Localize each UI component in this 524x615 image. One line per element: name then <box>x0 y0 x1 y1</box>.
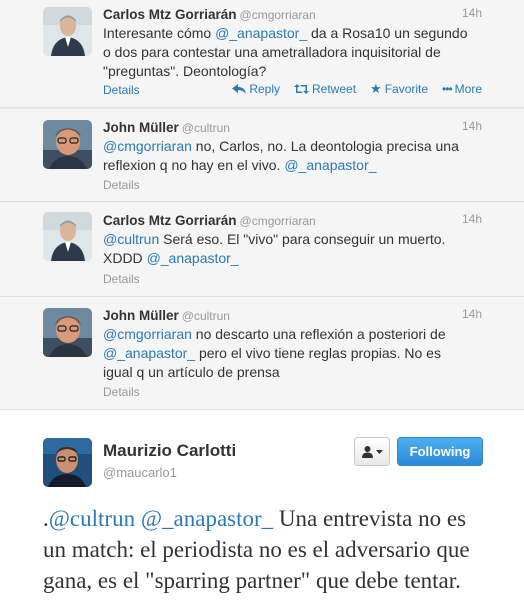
timestamp[interactable]: 14h <box>462 307 482 321</box>
mention-link[interactable]: @_anapastor_ <box>284 157 376 173</box>
following-button[interactable]: Following <box>397 437 483 466</box>
timestamp[interactable]: 14h <box>462 6 482 20</box>
user-name[interactable]: John Müller <box>103 308 179 323</box>
user-handle[interactable]: @cultrun <box>182 309 230 323</box>
mention-link[interactable]: @_anapastor_ <box>103 345 195 361</box>
avatar-maurizio-image <box>43 438 92 487</box>
tweet-text: @cultrun Será eso. El "vivo" para conseg… <box>103 230 473 268</box>
user-name[interactable]: Carlos Mtz Gorriarán <box>103 7 237 22</box>
text-segment: Interesante cómo <box>103 25 216 41</box>
reply-label: Reply <box>249 82 280 96</box>
mention-link[interactable]: @_anapastor_ <box>147 250 239 266</box>
tweet-item[interactable]: Carlos Mtz Gorriarán @cmgorriaran 14h Int… <box>0 0 524 108</box>
user-name[interactable]: John Müller <box>103 120 179 135</box>
reply-icon <box>232 84 247 94</box>
avatar[interactable] <box>43 308 92 357</box>
mention-link[interactable]: @_anapastor_ <box>141 506 273 531</box>
avatar-john-image <box>43 120 92 169</box>
tweet-text: .@cultrun @_anapastor_ Una entrevista no… <box>43 503 493 596</box>
tweet-text: Interesante cómo @_anapastor_ da a Rosa1… <box>103 24 473 81</box>
chevron-down-icon <box>376 449 383 454</box>
tweet-header: Carlos Mtz Gorriarán @cmgorriaran 14h <box>103 212 482 228</box>
tweet-header: John Müller @cultrun 14h <box>103 307 482 323</box>
details-link[interactable]: Details <box>103 272 140 286</box>
tweet-item[interactable]: Carlos Mtz Gorriarán @cmgorriaran 14h @cu… <box>0 202 524 297</box>
details-link[interactable]: Details <box>103 178 140 192</box>
avatar-john-image <box>43 308 92 357</box>
timestamp[interactable]: 14h <box>462 212 482 226</box>
tweet-header: John Müller @cultrun 14h <box>103 119 482 135</box>
favorite-button[interactable]: ★ Favorite <box>370 81 428 97</box>
tweet-text: @cmgorriaran no descarto una reflexión a… <box>103 325 473 382</box>
reply-button[interactable]: Reply <box>232 81 280 97</box>
details-link[interactable]: Details <box>103 83 140 97</box>
mention-link[interactable]: @cultrun <box>49 506 135 531</box>
more-button[interactable]: ••• More <box>442 81 482 97</box>
mention-link[interactable]: @cultrun <box>103 231 159 247</box>
user-handle[interactable]: @maucarlo1 <box>103 465 177 480</box>
avatar[interactable] <box>43 120 92 169</box>
avatar[interactable] <box>43 7 92 56</box>
tweet-text: @cmgorriaran no, Carlos, no. La deontolo… <box>103 137 473 175</box>
details-link[interactable]: Details <box>103 385 140 399</box>
avatar[interactable] <box>43 438 92 487</box>
favorite-label: Favorite <box>384 82 429 96</box>
mention-link[interactable]: @_anapastor_ <box>215 25 307 41</box>
text-segment: no descarto una reflexión a posteriori d… <box>191 326 446 342</box>
mention-link[interactable]: @cmgorriaran <box>103 138 192 154</box>
tweet-actions: Reply Retweet ★ Favorite ••• More <box>232 81 482 97</box>
user-handle[interactable]: @cultrun <box>182 121 230 135</box>
tweet-item[interactable]: John Müller @cultrun 14h @cmgorriaran no,… <box>0 108 524 202</box>
expanded-tweet: Maurizio Carlotti @maucarlo1 Following .… <box>0 410 524 615</box>
mention-link[interactable]: @cmgorriaran <box>103 326 192 342</box>
user-icon <box>362 446 373 458</box>
tweet-header: Carlos Mtz Gorriarán @cmgorriaran 14h <box>103 6 482 22</box>
more-label: More <box>454 82 482 96</box>
user-dropdown-button[interactable] <box>354 437 390 466</box>
retweet-label: Retweet <box>312 82 357 96</box>
avatar-carlos-image <box>43 7 92 56</box>
star-icon: ★ <box>370 81 382 96</box>
user-name[interactable]: Maurizio Carlotti <box>103 441 236 461</box>
tweet-item[interactable]: John Müller @cultrun 14h @cmgorriaran no … <box>0 297 524 410</box>
user-name[interactable]: Carlos Mtz Gorriarán <box>103 213 237 228</box>
user-handle[interactable]: @cmgorriaran <box>240 8 316 22</box>
user-handle[interactable]: @cmgorriaran <box>240 214 316 228</box>
timestamp[interactable]: 14h <box>462 119 482 133</box>
avatar-carlos-image <box>43 212 92 261</box>
avatar[interactable] <box>43 212 92 261</box>
retweet-button[interactable]: Retweet <box>294 81 356 97</box>
more-dots-icon: ••• <box>442 82 453 96</box>
retweet-icon <box>294 84 309 94</box>
